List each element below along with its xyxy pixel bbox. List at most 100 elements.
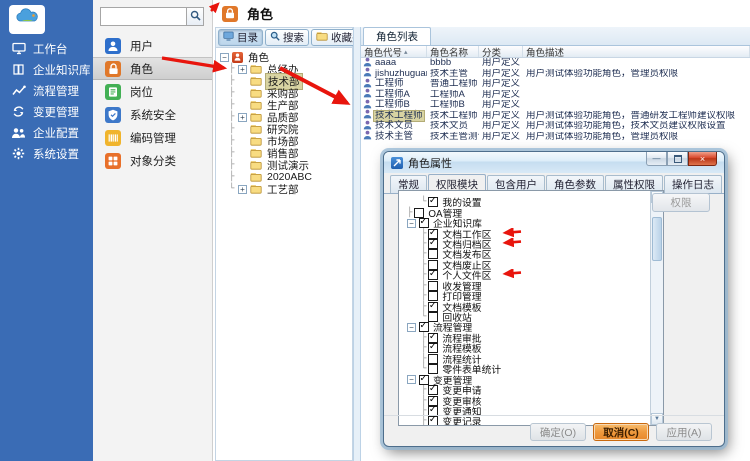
expand-icon[interactable]: + xyxy=(238,185,247,194)
checkbox[interactable] xyxy=(428,239,438,249)
collapse-icon[interactable]: − xyxy=(220,53,229,62)
checkbox[interactable] xyxy=(428,354,438,364)
person-icon xyxy=(363,130,372,143)
scroll-thumb[interactable] xyxy=(652,217,662,261)
checkbox[interactable] xyxy=(428,343,438,353)
checkbox[interactable] xyxy=(428,197,438,207)
tree-tab-label: 目录 xyxy=(237,30,258,45)
page-header: 角色 xyxy=(213,0,750,27)
column-header[interactable]: 角色代号▴ xyxy=(361,46,427,57)
role-list-tabbar: 角色列表 xyxy=(361,27,750,46)
menu-item-label: 角色 xyxy=(130,61,153,77)
sidebar-item-label: 企业配置 xyxy=(33,125,79,141)
permission-item[interactable]: ├收发管理 xyxy=(399,281,650,291)
permission-item[interactable]: ├文档归档区 xyxy=(399,239,650,249)
tree-connector: ├ xyxy=(421,302,426,312)
menu-item-label: 用户 xyxy=(130,38,153,54)
permission-item[interactable]: ├文档发布区 xyxy=(399,249,650,259)
menu-item[interactable]: 角色 xyxy=(93,57,212,80)
menu-item[interactable]: 对象分类 xyxy=(93,149,212,172)
permission-item[interactable]: └回收站 xyxy=(399,312,650,322)
annotation-arrow-left xyxy=(496,238,523,250)
tree-tab-search[interactable]: 搜索 xyxy=(265,29,309,46)
catalog-icon xyxy=(223,31,234,44)
expand-icon[interactable]: + xyxy=(238,65,247,74)
permission-item[interactable]: └我的设置 xyxy=(399,197,650,207)
menu-item[interactable]: 岗位 xyxy=(93,80,212,103)
menu-item[interactable]: 用户 xyxy=(93,34,212,57)
sidebar-item[interactable]: 变更管理 xyxy=(0,101,93,122)
permission-button[interactable]: 权限 xyxy=(652,193,710,212)
tree-connector: ├ xyxy=(421,354,426,364)
cell-description: 用户测试体验功能角色，管理员权限 xyxy=(523,69,750,79)
dialog-tab[interactable]: 操作日志 xyxy=(664,175,722,193)
cancel-button[interactable]: 取消(C) xyxy=(593,423,649,441)
permission-item[interactable]: ├流程模板 xyxy=(399,343,650,353)
menu-item[interactable]: 编码管理 xyxy=(93,126,212,149)
table-row[interactable]: 技术主管技术主管测试用户定义用户测试体验功能角色，管理员权限 xyxy=(361,132,750,143)
checkbox[interactable] xyxy=(428,249,438,259)
tab-role-list[interactable]: 角色列表 xyxy=(363,27,431,45)
app-logo[interactable] xyxy=(9,5,45,34)
permission-item[interactable]: └零件表单统计 xyxy=(399,364,650,374)
checkbox[interactable] xyxy=(428,312,438,322)
tree-connector: ├ xyxy=(229,124,238,134)
cell-role-code: 技术主管 xyxy=(361,130,427,143)
checkbox[interactable] xyxy=(428,302,438,312)
tree-connector: ├ xyxy=(229,160,238,170)
tree-connector: ├ xyxy=(229,148,238,158)
cell-category: 用户定义 xyxy=(479,121,523,131)
tree-tab-catalog[interactable]: 目录 xyxy=(218,29,263,46)
collapse-icon[interactable]: − xyxy=(407,219,416,228)
column-header-label: 角色代号 xyxy=(364,46,402,57)
panel-splitter[interactable] xyxy=(353,27,361,461)
permission-item[interactable]: ├个人文件区 xyxy=(399,270,650,280)
scrollbar[interactable]: ▲ ▼ xyxy=(650,191,663,425)
collapse-icon[interactable]: − xyxy=(407,323,416,332)
cell-role-name: bbbb xyxy=(427,58,479,68)
checkbox[interactable] xyxy=(419,322,429,332)
maximize-button[interactable] xyxy=(667,152,688,166)
workbench-icon xyxy=(11,42,26,56)
tree-connector: ├ xyxy=(229,100,238,110)
checkbox[interactable] xyxy=(419,218,429,228)
dialog-titlebar[interactable]: 角色属性 — × xyxy=(384,152,724,173)
sidebar-item[interactable]: 系统设置 xyxy=(0,143,93,164)
sidebar-item[interactable]: 企业配置 xyxy=(0,122,93,143)
tree-node[interactable]: └+工艺部 xyxy=(220,183,352,195)
apply-button[interactable]: 应用(A) xyxy=(656,423,712,441)
change-icon xyxy=(11,105,26,119)
column-header[interactable]: 分类 xyxy=(479,46,523,57)
tree-connector: ├ xyxy=(421,343,426,353)
knowledge-base-icon xyxy=(11,63,26,77)
minimize-button[interactable]: — xyxy=(646,152,667,166)
search-input[interactable] xyxy=(100,7,186,26)
expand-icon[interactable]: + xyxy=(238,113,247,122)
column-header[interactable]: 角色描述 xyxy=(523,46,750,57)
checkbox[interactable] xyxy=(428,281,438,291)
checkbox[interactable] xyxy=(419,375,429,385)
page-title: 角色 xyxy=(247,4,273,23)
search-button[interactable] xyxy=(186,7,204,26)
role-lock-icon xyxy=(105,61,121,77)
close-icon[interactable]: × xyxy=(688,152,717,166)
sidebar-item[interactable]: 流程管理 xyxy=(0,80,93,101)
checkbox[interactable] xyxy=(428,270,438,280)
collapse-icon[interactable]: − xyxy=(407,375,416,384)
tree-node[interactable]: ├测试演示 xyxy=(220,159,352,171)
ok-button[interactable]: 确定(O) xyxy=(530,423,586,441)
tree-connector: ├ xyxy=(421,270,426,280)
folder-icon xyxy=(250,88,262,98)
checkbox[interactable] xyxy=(428,364,438,374)
permission-item[interactable]: ├流程统计 xyxy=(399,354,650,364)
folder-icon xyxy=(250,172,262,182)
sidebar-item[interactable]: 工作台 xyxy=(0,38,93,59)
column-header-label: 角色名称 xyxy=(430,46,468,57)
role-lock-icon xyxy=(222,6,238,22)
sidebar-item[interactable]: 企业知识库 xyxy=(0,59,93,80)
cell-category: 用户定义 xyxy=(479,100,523,110)
security-icon xyxy=(105,107,121,123)
column-header[interactable]: 角色名称 xyxy=(427,46,479,57)
menu-item[interactable]: 系统安全 xyxy=(93,103,212,126)
permission-item[interactable]: ├文档模板 xyxy=(399,301,650,311)
